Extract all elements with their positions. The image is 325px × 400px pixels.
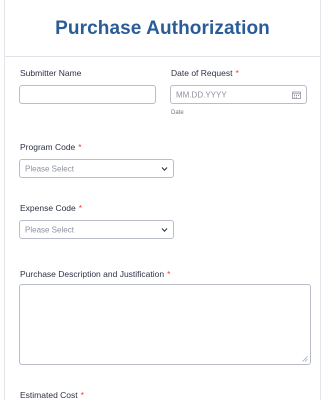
form-card: Purchase Authorization Submitter Name Da… [4, 0, 321, 400]
expense-code-label: Expense Code * [20, 203, 82, 213]
date-placeholder: MM.DD.YYYY [176, 90, 227, 99]
chevron-down-icon [161, 227, 168, 232]
date-of-request-label: Date of Request * [171, 68, 239, 78]
program-code-select[interactable]: Please Select [19, 159, 174, 178]
estimated-cost-label: Estimated Cost * [20, 390, 84, 400]
program-code-selected-value: Please Select [25, 164, 74, 173]
form-title: Purchase Authorization [55, 18, 270, 39]
submitter-name-label: Submitter Name [20, 68, 81, 78]
program-code-label: Program Code * [20, 142, 82, 152]
required-asterisk: * [167, 269, 171, 279]
resize-handle-icon[interactable] [302, 356, 308, 362]
chevron-down-icon [161, 166, 168, 171]
calendar-icon[interactable] [292, 91, 301, 99]
required-asterisk: * [78, 142, 82, 152]
expense-code-select[interactable]: Please Select [19, 220, 174, 239]
date-sublabel: Date [171, 110, 184, 116]
estimated-cost-label-text: Estimated Cost [20, 390, 78, 400]
program-code-label-text: Program Code [20, 142, 76, 152]
expense-code-selected-value: Please Select [25, 225, 74, 234]
required-asterisk: * [80, 390, 84, 400]
required-asterisk: * [235, 68, 239, 78]
description-label-text: Purchase Description and Justification [20, 269, 165, 279]
submitter-name-label-text: Submitter Name [20, 68, 82, 78]
date-of-request-label-text: Date of Request [171, 68, 233, 78]
submitter-name-input[interactable] [19, 85, 156, 104]
required-asterisk: * [78, 203, 83, 213]
date-of-request-input[interactable]: MM.DD.YYYY [170, 85, 307, 104]
description-textarea[interactable] [19, 284, 311, 365]
expense-code-label-text: Expense Code [20, 203, 76, 213]
description-label: Purchase Description and Justification * [20, 269, 170, 279]
form-header: Purchase Authorization [5, 0, 320, 57]
